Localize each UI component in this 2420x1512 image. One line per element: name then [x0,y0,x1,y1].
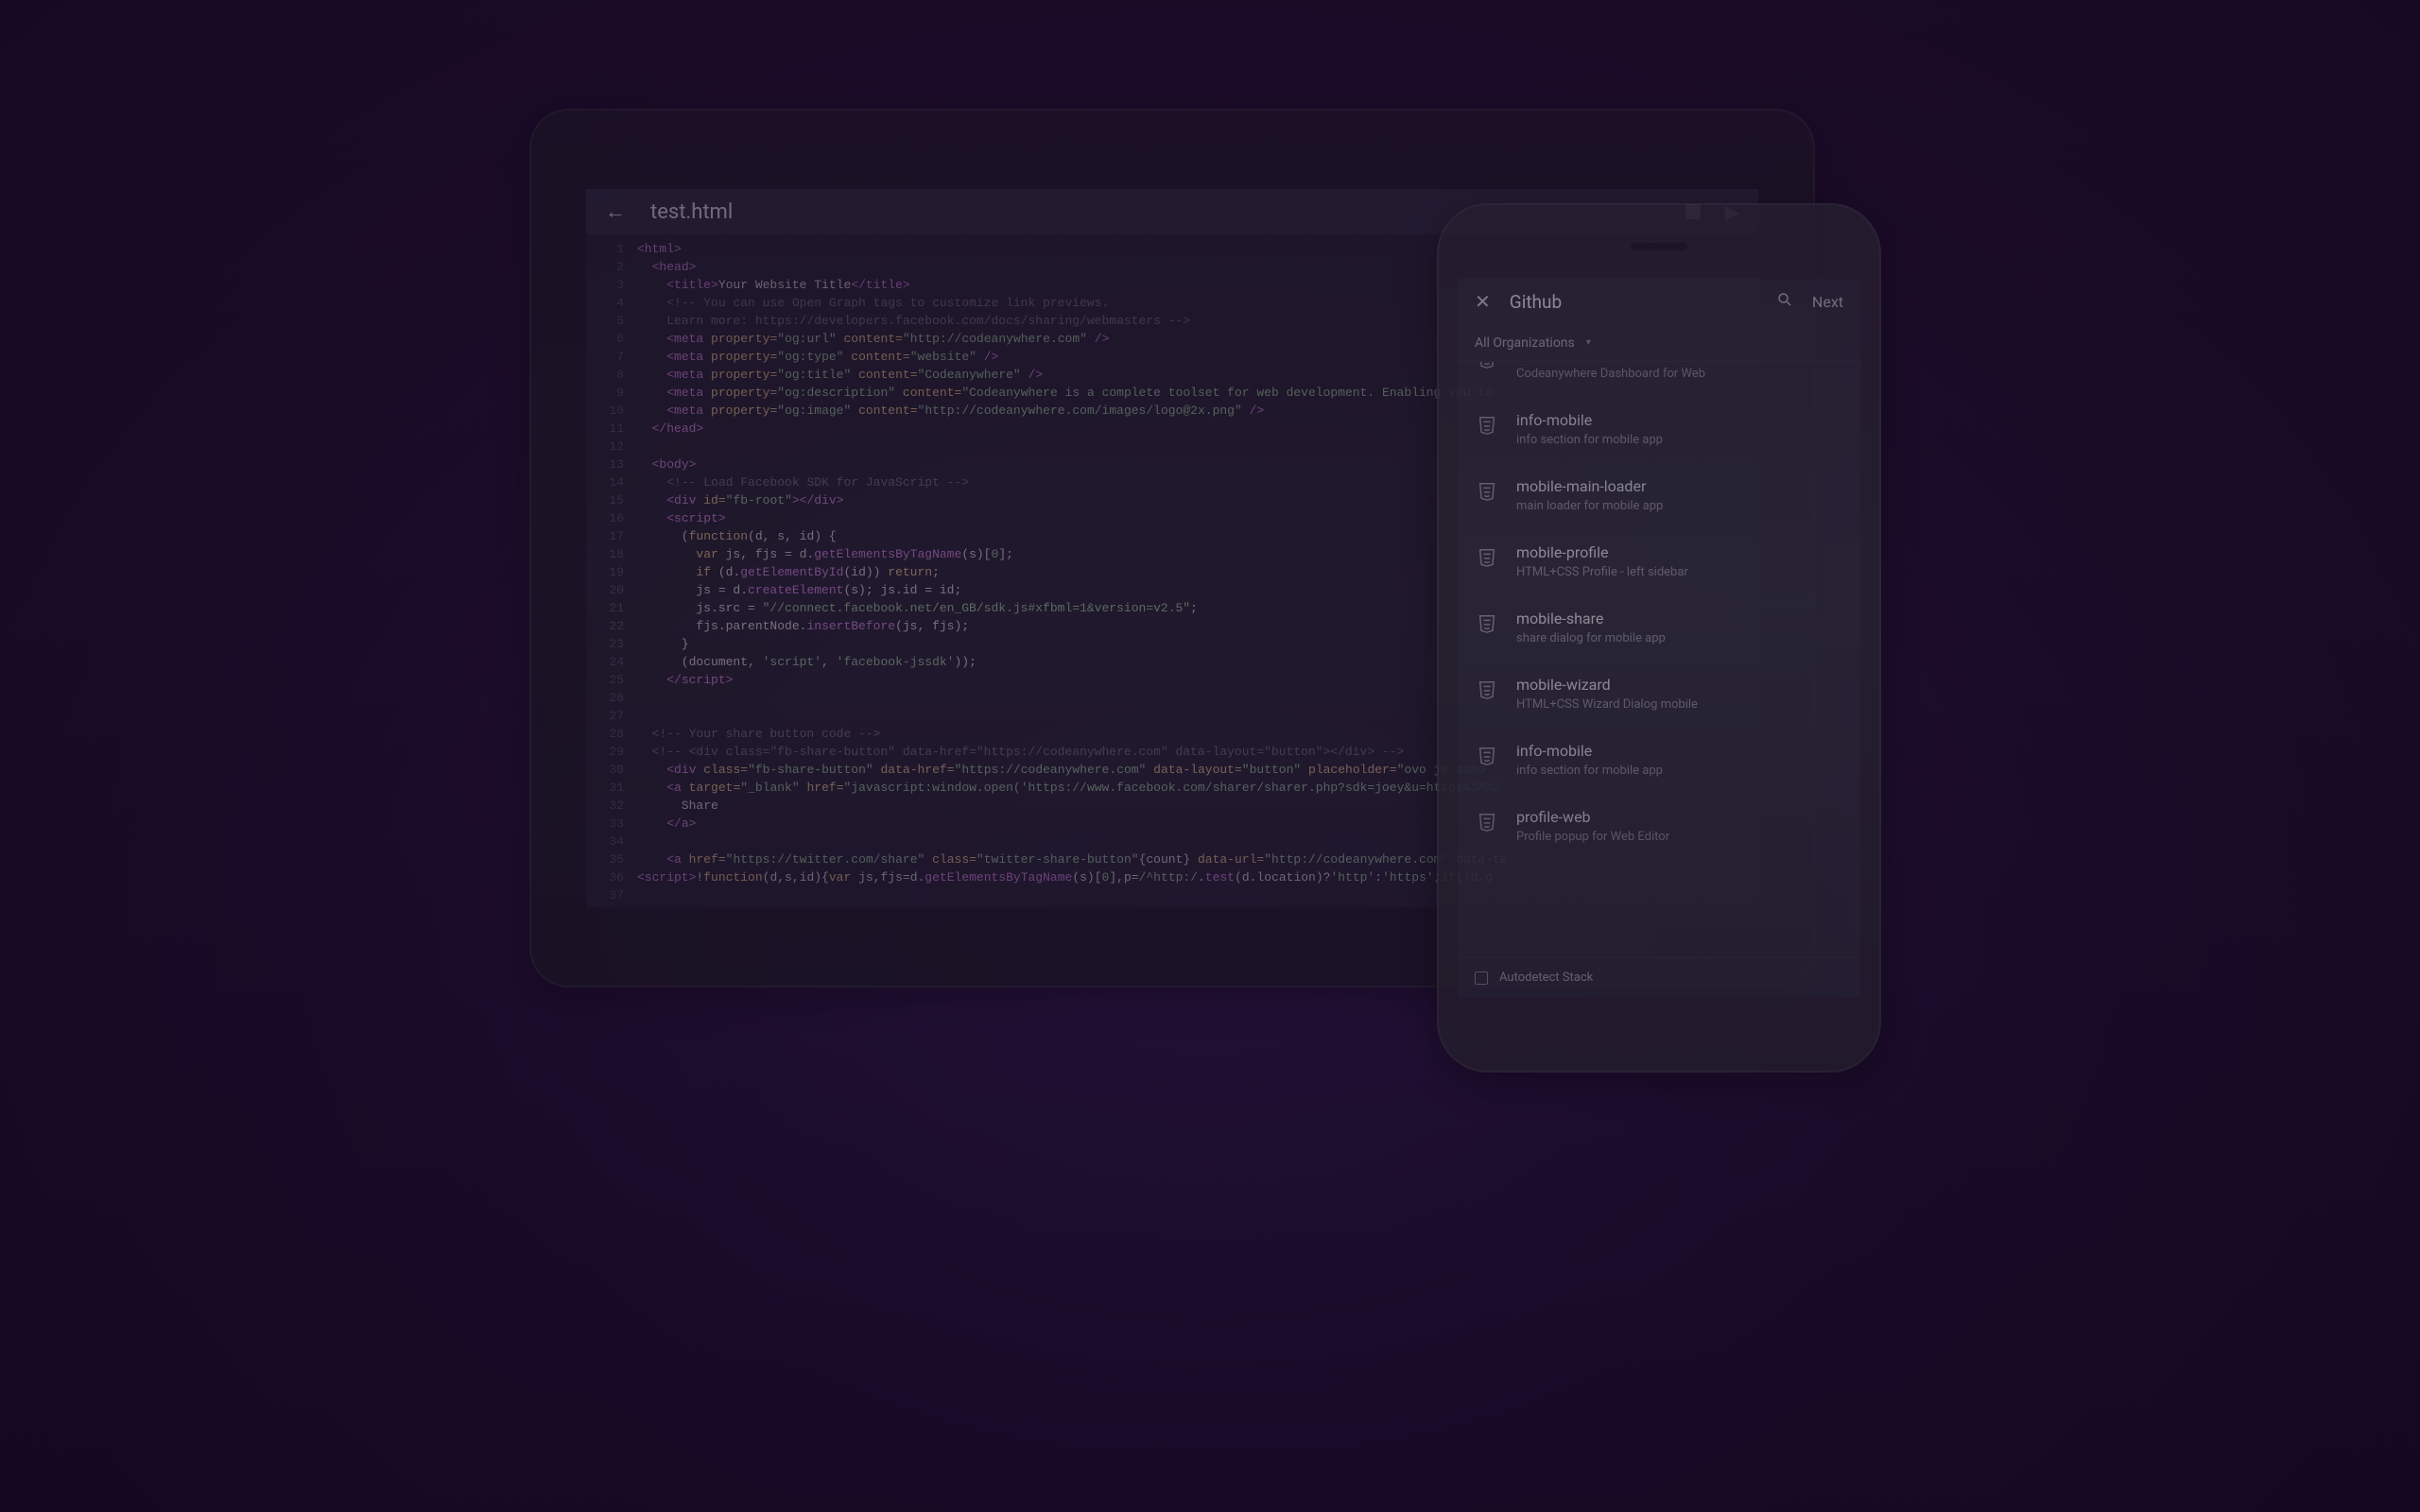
repo-title: mobile-share [1516,610,1666,627]
repo-list[interactable]: dashboard-web Codeanywhere Dashboard for … [1458,362,1860,957]
picker-header: ✕ Github Next [1458,279,1860,324]
html5-icon [1475,810,1499,834]
repo-item[interactable]: dashboard-web Codeanywhere Dashboard for … [1458,362,1860,396]
line-number: 21 [586,599,624,617]
org-filter[interactable]: All Organizations ▾ [1458,324,1860,362]
html5-icon [1475,611,1499,636]
repo-item[interactable]: mobile-main-loader main loader for mobile… [1458,462,1860,528]
phone-speaker [1631,243,1687,250]
autodetect-checkbox[interactable] [1475,971,1488,985]
line-number: 35 [586,850,624,868]
line-number: 13 [586,455,624,473]
repo-title: dashboard-web [1516,362,1705,363]
autodetect-label: Autodetect Stack [1499,971,1593,985]
line-number: 29 [586,743,624,761]
line-number: 4 [586,294,624,312]
repo-title: mobile-profile [1516,543,1688,561]
line-number: 23 [586,635,624,653]
line-number: 26 [586,689,624,707]
line-number: 1 [586,240,624,258]
line-number: 34 [586,833,624,850]
repo-desc: Profile popup for Web Editor [1516,830,1669,844]
line-gutter: 1234567891011121314151617181920212223242… [586,240,637,907]
html5-icon [1475,744,1499,768]
line-number: 12 [586,438,624,455]
line-number: 8 [586,366,624,384]
line-number: 10 [586,402,624,420]
line-number: 30 [586,761,624,779]
line-number: 32 [586,797,624,815]
repo-title: info-mobile [1516,411,1663,429]
line-number: 17 [586,527,624,545]
repo-item[interactable]: profile-web Profile popup for Web Editor [1458,793,1860,859]
repo-item[interactable]: mobile-share share dialog for mobile app [1458,594,1860,661]
line-number: 9 [586,384,624,402]
file-name: test.html [650,200,733,224]
repo-item[interactable]: mobile-wizard HTML+CSS Wizard Dialog mobi… [1458,661,1860,727]
line-number: 16 [586,509,624,527]
close-icon[interactable]: ✕ [1475,290,1491,313]
search-icon[interactable] [1776,291,1793,313]
line-number: 31 [586,779,624,797]
org-filter-label: All Organizations [1475,335,1575,351]
line-number: 33 [586,815,624,833]
html5-icon [1475,479,1499,504]
repo-title: mobile-wizard [1516,676,1698,694]
github-picker: ✕ Github Next All Organizations ▾ dashbo… [1458,279,1860,997]
line-number: 27 [586,707,624,725]
line-number: 20 [586,581,624,599]
line-number: 11 [586,420,624,438]
picker-title: Github [1510,291,1562,313]
line-number: 36 [586,868,624,886]
html5-icon [1475,545,1499,570]
line-number: 2 [586,258,624,276]
line-number: 6 [586,330,624,348]
line-number: 5 [586,312,624,330]
back-icon[interactable]: ← [605,199,626,224]
line-number: 18 [586,545,624,563]
repo-title: profile-web [1516,808,1669,826]
picker-footer: Autodetect Stack [1458,957,1860,997]
repo-title: info-mobile [1516,742,1663,760]
repo-item[interactable]: info-mobile info section for mobile app [1458,727,1860,793]
repo-desc: HTML+CSS Profile - left sidebar [1516,565,1688,579]
phone-frame: ✕ Github Next All Organizations ▾ dashbo… [1437,203,1881,1073]
repo-desc: share dialog for mobile app [1516,631,1666,645]
html5-icon [1475,678,1499,702]
line-number: 25 [586,671,624,689]
repo-desc: main loader for mobile app [1516,499,1663,513]
repo-item[interactable]: info-mobile info section for mobile app [1458,396,1860,462]
line-number: 14 [586,473,624,491]
repo-desc: Codeanywhere Dashboard for Web [1516,367,1705,381]
html5-icon [1475,413,1499,438]
repo-desc: HTML+CSS Wizard Dialog mobile [1516,697,1698,712]
repo-desc: info section for mobile app [1516,764,1663,778]
line-number: 7 [586,348,624,366]
repo-title: mobile-main-loader [1516,477,1663,495]
line-number: 24 [586,653,624,671]
line-number: 3 [586,276,624,294]
next-button[interactable]: Next [1812,293,1843,311]
line-number: 22 [586,617,624,635]
html5-icon [1475,362,1499,371]
line-number: 19 [586,563,624,581]
chevron-down-icon: ▾ [1586,337,1591,348]
line-number: 37 [586,886,624,904]
repo-desc: info section for mobile app [1516,433,1663,447]
line-number: 15 [586,491,624,509]
line-number: 28 [586,725,624,743]
repo-item[interactable]: mobile-profile HTML+CSS Profile - left si… [1458,528,1860,594]
